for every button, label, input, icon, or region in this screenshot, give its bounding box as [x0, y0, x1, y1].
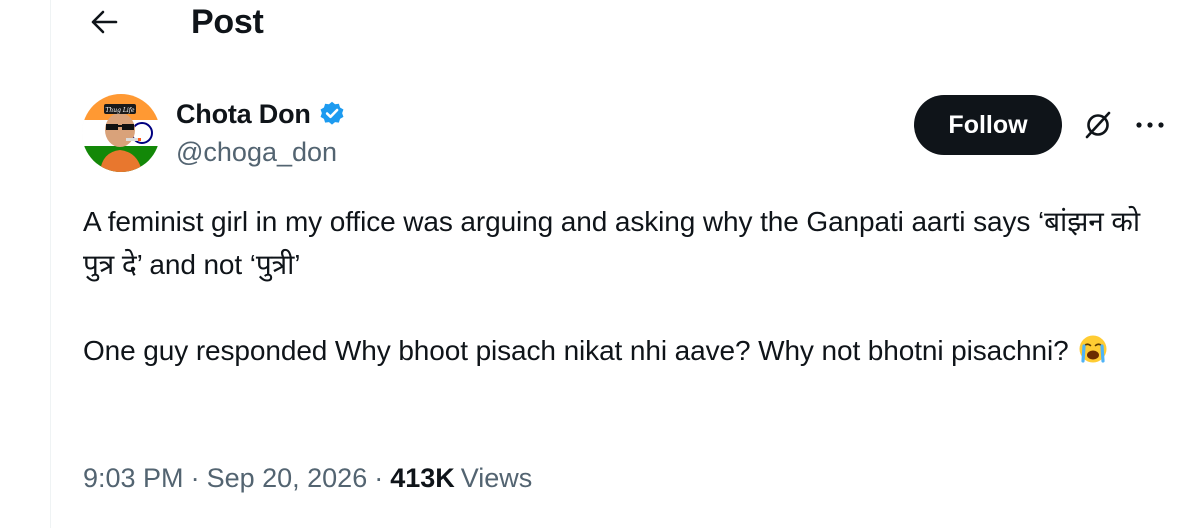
- more-horizontal-icon: [1136, 122, 1164, 128]
- avatar-image: Thug Life: [82, 94, 160, 172]
- views-label: Views: [460, 462, 533, 493]
- post-text-paragraph-2: One guy responded Why bhoot pisach nikat…: [83, 329, 1173, 372]
- back-button[interactable]: [80, 2, 128, 42]
- author-name-row: Chota Don: [176, 94, 346, 134]
- loudly-crying-face-icon: [1078, 333, 1108, 363]
- verified-badge-icon: [318, 100, 346, 128]
- more-options-button[interactable]: [1128, 105, 1172, 145]
- post-time[interactable]: 9:03 PM: [83, 463, 184, 494]
- post-date[interactable]: Sep 20, 2026: [207, 463, 368, 494]
- meta-separator: ·: [190, 462, 200, 493]
- post-meta: 9:03 PM · Sep 20, 2026 · 413K Views: [83, 458, 532, 498]
- page-title: Post: [191, 3, 264, 41]
- post-text-paragraph-1: A feminist girl in my office was arguing…: [83, 206, 1141, 280]
- post-text-paragraph-2-text: One guy responded Why bhoot pisach nikat…: [83, 335, 1069, 366]
- post-text: A feminist girl in my office was arguing…: [83, 200, 1173, 372]
- author-name[interactable]: Chota Don: [176, 99, 311, 130]
- slashed-circle-icon: [1085, 111, 1111, 139]
- avatar[interactable]: Thug Life: [82, 94, 160, 172]
- arrow-left-icon: [91, 10, 118, 34]
- column-border: [50, 0, 51, 528]
- author-handle[interactable]: @choga_don: [176, 134, 337, 170]
- avatar-caption: Thug Life: [105, 107, 135, 114]
- views-count: 413K: [390, 462, 455, 493]
- grok-button[interactable]: [1078, 105, 1118, 145]
- meta-separator: ·: [374, 462, 384, 493]
- header: Post: [0, 0, 1199, 44]
- follow-button[interactable]: Follow: [914, 95, 1062, 155]
